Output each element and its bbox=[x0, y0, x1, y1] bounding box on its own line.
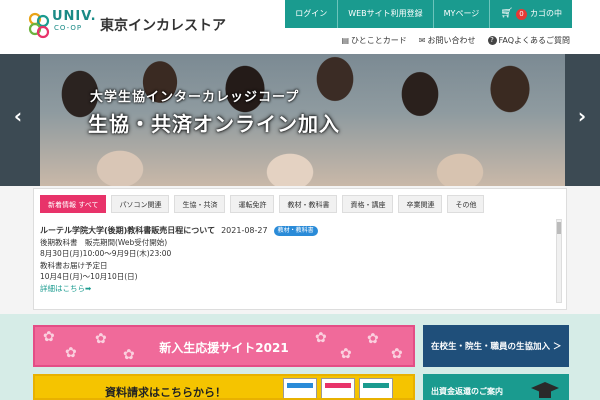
comment-card-label: ひとことカード bbox=[351, 36, 407, 45]
category-badge: 教材・教科書 bbox=[273, 225, 318, 236]
comment-card-link[interactable]: ▤ ひとことカード bbox=[341, 35, 406, 46]
cart-count-badge: 0 bbox=[516, 8, 527, 20]
news-item-title[interactable]: ルーテル学院大学(後期)教科書販売日程について bbox=[40, 225, 215, 237]
web-register-link[interactable]: WEBサイト利用登録 bbox=[338, 0, 434, 28]
booklet-image bbox=[359, 378, 393, 398]
login-link[interactable]: ログイン bbox=[285, 0, 339, 28]
sub-nav: ▤ ひとことカード ✉ お問い合わせ ? FAQよくあるご質問 bbox=[341, 35, 570, 46]
materials-request-banner[interactable]: 資料請求はこちらから！ bbox=[33, 374, 415, 400]
booklet-image bbox=[321, 378, 355, 398]
graduation-cap-icon bbox=[531, 382, 559, 398]
join-coop-button[interactable]: 在校生・院生・職員の生協加入 ＞ bbox=[423, 325, 569, 367]
tab-qualifications[interactable]: 資格・講座 bbox=[342, 195, 394, 213]
new-students-banner-label: 新入生応援サイト2021 bbox=[159, 341, 289, 355]
booklet-image bbox=[283, 378, 317, 398]
faq-label: FAQよくあるご質問 bbox=[498, 36, 571, 45]
scrollbar-thumb[interactable] bbox=[557, 222, 561, 234]
tab-other[interactable]: その他 bbox=[447, 195, 485, 213]
hero-subtitle: 大学生協インターカレッジコープ bbox=[90, 90, 300, 105]
coop-logo-icon bbox=[28, 12, 50, 39]
logo-text: UNIV. bbox=[52, 9, 97, 24]
tab-driving-license[interactable]: 運転免許 bbox=[230, 195, 275, 213]
join-coop-label: 在校生・院生・職員の生協加入 ＞ bbox=[431, 342, 562, 352]
new-students-banner[interactable]: ✿ ✿ ✿ ✿ ✿ ✿ ✿ ✿ 新入生応援サイト2021 bbox=[33, 325, 415, 367]
details-link[interactable]: 詳細はこちら➡ bbox=[40, 283, 555, 295]
contact-label: お問い合わせ bbox=[427, 36, 476, 45]
news-tabs: 新着情報 すべて パソコン関連 生協・共済 運転免許 教材・教科書 資格・講座 … bbox=[40, 195, 485, 213]
faq-link[interactable]: ? FAQよくあるご質問 bbox=[487, 35, 571, 46]
my-page-link[interactable]: MYページ bbox=[434, 0, 491, 28]
cart-icon: 🛒︎ bbox=[500, 8, 513, 19]
refund-info-label: 出資金返還のご案内 bbox=[431, 387, 503, 396]
news-panel: 新着情報 すべて パソコン関連 生協・共済 運転免許 教材・教科書 資格・講座 … bbox=[33, 188, 567, 310]
hero-carousel[interactable]: ‹ › 大学生協インターカレッジコープ 生協・共済オンライン加入 bbox=[0, 54, 600, 186]
tab-all-news[interactable]: 新着情報 すべて bbox=[40, 195, 107, 213]
chevron-right-icon[interactable]: › bbox=[572, 104, 592, 128]
news-item-date: 2021-08-27 bbox=[221, 226, 268, 235]
news-item-line: 教科書お届け予定日 bbox=[40, 260, 108, 270]
chevron-left-icon[interactable]: ‹ bbox=[8, 104, 28, 128]
tab-graduation[interactable]: 卒業関連 bbox=[398, 195, 443, 213]
store-name[interactable]: 東京インカレストア bbox=[100, 15, 226, 35]
tab-textbooks[interactable]: 教材・教科書 bbox=[279, 195, 338, 213]
tab-coop-insurance[interactable]: 生協・共済 bbox=[174, 195, 226, 213]
refund-info-button[interactable]: 出資金返還のご案内 bbox=[423, 374, 569, 400]
cart-button[interactable]: 🛒︎ 0 カゴの中 bbox=[490, 0, 572, 28]
contact-link[interactable]: ✉ お問い合わせ bbox=[419, 35, 476, 46]
news-scrollbar[interactable] bbox=[556, 219, 562, 303]
news-item-line: 後期教科書 販売期間(Web受付開始) bbox=[40, 237, 168, 247]
tab-pc[interactable]: パソコン関連 bbox=[111, 195, 170, 213]
logo-subtext: CO-OP bbox=[54, 24, 83, 32]
hero-title: 生協・共済オンライン加入 bbox=[88, 112, 340, 136]
id-card-icon: ▤ bbox=[341, 36, 350, 45]
mail-icon: ✉ bbox=[418, 36, 426, 45]
cart-label: カゴの中 bbox=[530, 9, 562, 18]
question-icon: ? bbox=[487, 36, 497, 45]
news-item-line: 8月30日(月)10:00～9月9日(木)23:00 bbox=[40, 249, 172, 258]
site-header: UNIV. CO-OP 東京インカレストア ログイン WEBサイト利用登録 MY… bbox=[0, 0, 600, 52]
news-item-line: 10月4日(月)～10月10日(日) bbox=[40, 272, 138, 281]
top-nav: ログイン WEBサイト利用登録 MYページ 🛒︎ 0 カゴの中 bbox=[285, 0, 572, 28]
news-item-header: ルーテル学院大学(後期)教科書販売日程について 2021-08-27 教材・教科… bbox=[40, 225, 555, 237]
news-item: ルーテル学院大学(後期)教科書販売日程について 2021-08-27 教材・教科… bbox=[40, 225, 555, 294]
materials-request-label: 資料請求はこちらから！ bbox=[105, 386, 226, 399]
